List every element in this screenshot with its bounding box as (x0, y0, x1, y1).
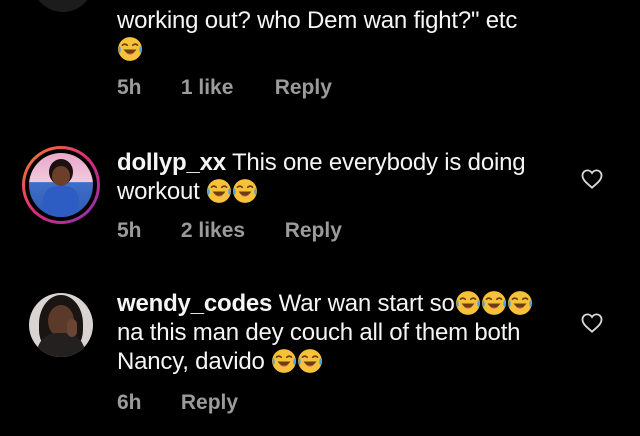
comment-meta: 5h 2 likes Reply (117, 219, 342, 243)
comment-2: dollyp_xx This one everybody is doing wo… (0, 140, 640, 260)
comment-time: 5h (117, 219, 142, 242)
likes-count[interactable]: 1 like (181, 76, 269, 100)
comment-meta: 5h 1 like Reply (117, 76, 332, 100)
comment-time: 6h (117, 391, 142, 414)
laughing-emoji-icon (297, 348, 323, 374)
like-heart-icon[interactable] (581, 169, 603, 189)
comment-body-line: Nancy, davido (117, 348, 265, 375)
laughing-emoji-icon (507, 290, 533, 316)
comment-3: wendy_codes War wan start so na this man… (0, 285, 640, 435)
laughing-emoji-icon (117, 36, 143, 62)
like-heart-icon[interactable] (581, 313, 603, 333)
avatar-image (29, 293, 93, 357)
avatar-image (29, 153, 93, 217)
avatar[interactable] (29, 293, 93, 357)
comment-time: 5h (117, 76, 142, 99)
laughing-emoji-icon (232, 178, 258, 204)
comment-1: p p p p p g y p y y working out? who Dem… (0, 0, 640, 120)
comment-meta: 6h Reply (117, 391, 238, 415)
likes-count[interactable]: 2 likes (181, 219, 279, 243)
reply-button[interactable]: Reply (275, 76, 332, 100)
comment-text: dollyp_xx This one everybody is doing wo… (117, 148, 557, 206)
comment-text: wendy_codes War wan start so na this man… (117, 289, 557, 376)
avatar-with-story-ring[interactable] (22, 146, 100, 224)
laughing-emoji-icon (455, 290, 481, 316)
reply-button[interactable]: Reply (181, 391, 238, 415)
laughing-emoji-icon (206, 178, 232, 204)
reply-button[interactable]: Reply (285, 219, 342, 243)
comment-username[interactable]: wendy_codes (117, 290, 272, 317)
comment-body-line: War wan start so (278, 290, 455, 317)
laughing-emoji-icon (271, 348, 297, 374)
laughing-emoji-icon (481, 290, 507, 316)
comment-username[interactable]: dollyp_xx (117, 149, 226, 176)
comment-text-line: working out? who Dem wan fight?" etc (117, 7, 518, 34)
comment-text: working out? who Dem wan fight?" etc (117, 6, 557, 64)
comment-body-line: na this man dey couch all of them both (117, 319, 521, 346)
avatar[interactable] (32, 0, 94, 12)
